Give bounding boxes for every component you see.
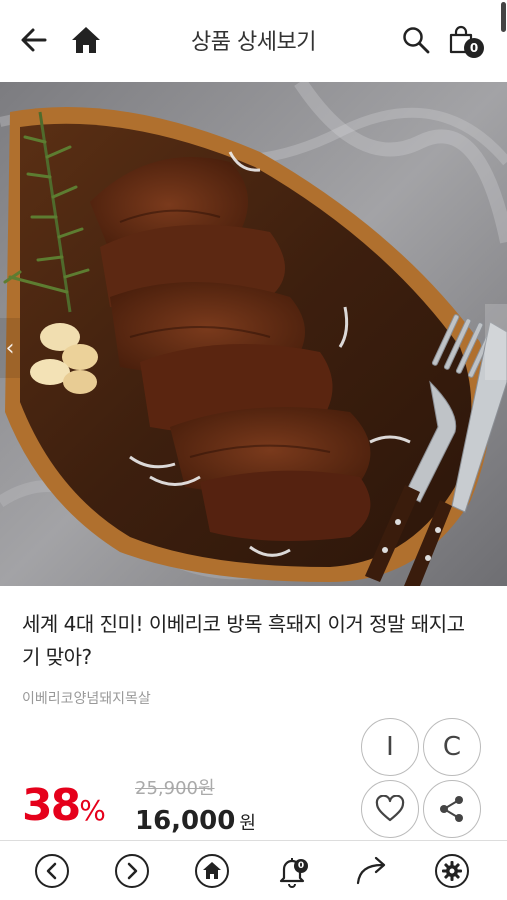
- search-button[interactable]: [396, 20, 436, 60]
- sale-price: 16,000 원: [135, 806, 256, 836]
- nav-share-forward-button[interactable]: [352, 851, 392, 891]
- product-title: 세계 4대 진미! 이베리코 방목 흑돼지 이거 정말 돼지고기 맞아?: [22, 612, 465, 669]
- i-button[interactable]: I: [361, 718, 419, 776]
- forward-arrow-icon: [356, 856, 386, 885]
- nav-forward-button[interactable]: [112, 851, 152, 891]
- sale-price-value: 16,000: [135, 806, 236, 836]
- i-button-label: I: [386, 732, 394, 762]
- heart-icon: [375, 795, 405, 822]
- nav-settings-button[interactable]: [432, 851, 472, 891]
- settings-icon: [435, 854, 469, 888]
- product-image: [0, 82, 507, 586]
- bottom-navigation: 0: [0, 840, 507, 900]
- home-icon: [195, 854, 229, 888]
- search-icon: [403, 27, 430, 54]
- nav-home-button[interactable]: [192, 851, 232, 891]
- carousel-next-button[interactable]: [485, 304, 507, 380]
- original-price: 25,900원: [135, 778, 215, 799]
- share-button[interactable]: [423, 780, 481, 838]
- discount-number: 38: [22, 780, 81, 831]
- carousel-prev-button[interactable]: ‹: [0, 318, 20, 378]
- discount-unit: %: [79, 794, 106, 827]
- top-header: 상품 상세보기 0: [0, 0, 507, 82]
- sale-price-unit: 원: [239, 813, 256, 834]
- cart-button[interactable]: 0: [442, 20, 484, 60]
- nav-back-button[interactable]: [32, 851, 72, 891]
- like-button[interactable]: [361, 780, 419, 838]
- notification-count-badge: 0: [294, 859, 308, 873]
- c-button-label: C: [442, 732, 462, 762]
- share-icon: [440, 796, 463, 822]
- c-button[interactable]: C: [423, 718, 481, 776]
- nav-notification-button[interactable]: 0: [272, 851, 312, 891]
- product-image-carousel[interactable]: ‹: [0, 82, 507, 586]
- cart-count-badge: 0: [464, 38, 484, 58]
- discount-rate: 38%: [22, 780, 106, 831]
- scrollbar-thumb[interactable]: [501, 2, 506, 32]
- chevron-left-icon: [35, 854, 69, 888]
- chevron-right-icon: [115, 854, 149, 888]
- product-subtitle: 이베리코양념돼지목살: [22, 691, 151, 707]
